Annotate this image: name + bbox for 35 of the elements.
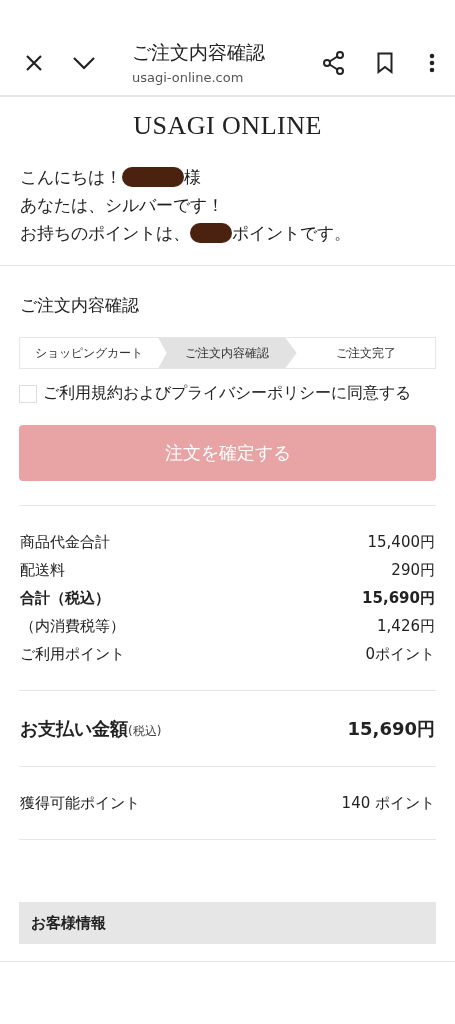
greeting-text: あなたは、シルバーです！ — [20, 193, 224, 217]
progress-step: ご注文完了 — [296, 338, 435, 368]
greeting-text: お持ちのポイントは、 — [20, 221, 190, 245]
progress-step: ご注文内容確認 — [158, 338, 297, 368]
agreement-label[interactable]: ご利用規約およびプライバシーポリシーに同意する — [43, 383, 411, 404]
summary-label: （内消費税等） — [20, 616, 125, 636]
summary-label: ご利用ポイント — [20, 644, 125, 664]
summary-value: 290円 — [391, 560, 435, 580]
tax-note: (税込) — [128, 723, 162, 738]
logo: USAGI ONLINE — [132, 111, 323, 141]
summary-label: 商品代金合計 — [20, 532, 110, 552]
points-label: 獲得可能ポイント — [20, 793, 140, 813]
greeting-text: こんにちは！ — [20, 165, 122, 189]
share-icon[interactable] — [323, 50, 345, 75]
bookmark-icon[interactable] — [377, 51, 393, 74]
greeting-text: ポイントです。 — [232, 221, 351, 245]
payment-label: お支払い金額 — [20, 716, 128, 741]
summary-value: 15,400円 — [367, 532, 435, 552]
checkbox[interactable] — [19, 384, 37, 403]
greeting-text: 様 — [184, 165, 201, 189]
url-text: usagi-online.com — [132, 70, 245, 85]
summary-label: 合計（税込） — [20, 588, 110, 608]
summary-value: 1,426円 — [377, 616, 435, 636]
chevron-down-icon[interactable] — [72, 55, 96, 70]
close-icon[interactable] — [24, 52, 44, 73]
section-header: お客様情報 — [19, 902, 436, 944]
page-title: ご注文内容確認 — [132, 40, 266, 65]
section-title: ご注文内容確認 — [19, 294, 140, 317]
progress-step: ショッピングカート — [20, 338, 159, 368]
more-icon[interactable] — [429, 52, 435, 73]
payment-amount: 15,690円 — [347, 716, 435, 741]
summary-value: 15,690円 — [362, 588, 435, 608]
summary-value: 0ポイント — [365, 644, 435, 664]
points-value: 140 ポイント — [341, 793, 435, 813]
summary-label: 配送料 — [20, 560, 65, 580]
